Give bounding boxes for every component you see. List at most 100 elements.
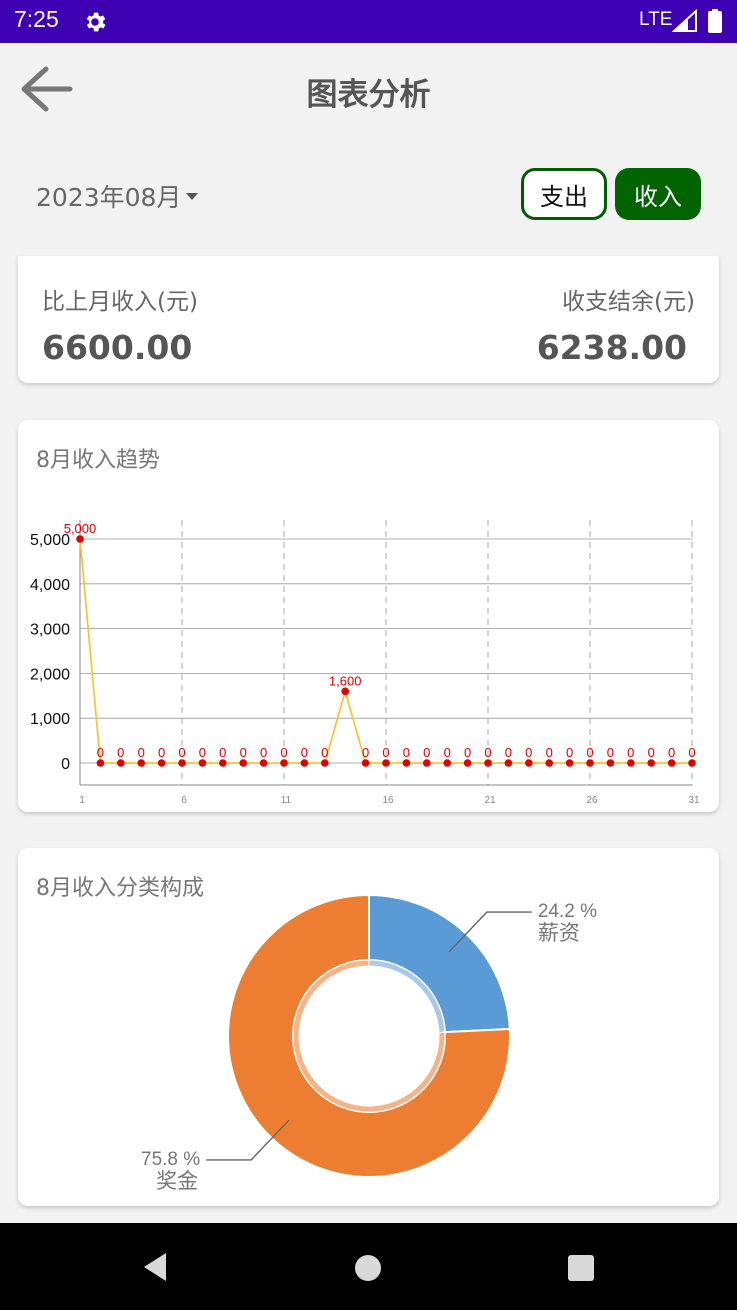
- data-label: 0: [178, 745, 185, 760]
- data-point: [484, 759, 492, 767]
- data-label: 0: [382, 745, 389, 760]
- x-tick-label: 16: [382, 795, 394, 806]
- navigation-bar: [0, 1223, 737, 1310]
- data-point: [382, 759, 390, 767]
- x-tick-label: 11: [281, 795, 292, 806]
- x-tick-label: 6: [181, 795, 187, 806]
- data-label: 0: [586, 745, 593, 760]
- data-point: [96, 759, 105, 767]
- data-point: [198, 759, 207, 767]
- y-tick-label: 2,000: [30, 666, 70, 683]
- composition-card: 8月收入分类构成 24.2 % 薪资 75.8 % 奖金: [18, 848, 719, 1206]
- status-time: 7:25: [14, 6, 59, 32]
- data-label: 0: [321, 745, 328, 760]
- data-point: [361, 759, 370, 767]
- income-toggle-button[interactable]: 收入: [615, 168, 701, 220]
- data-point: [688, 759, 696, 767]
- data-label: 0: [648, 745, 655, 760]
- data-point: [402, 759, 411, 767]
- data-point: [178, 759, 186, 767]
- data-point: [504, 759, 513, 767]
- data-point: [300, 759, 309, 767]
- battery-icon: [708, 9, 722, 33]
- data-label: 0: [668, 745, 675, 760]
- data-point: [239, 759, 247, 767]
- data-label: 0: [301, 745, 308, 760]
- slice-category-label: 奖金: [156, 1169, 198, 1193]
- data-label: 0: [158, 745, 165, 760]
- nav-recent-icon[interactable]: [567, 1254, 595, 1282]
- data-label: 0: [607, 745, 614, 760]
- donut-chart: 24.2 %薪资 75.8 %奖金: [141, 893, 597, 1193]
- y-tick-label: 0: [61, 756, 70, 773]
- x-tick-label: 21: [484, 795, 496, 806]
- y-tick-label: 4,000: [30, 577, 70, 594]
- data-label: 0: [505, 745, 512, 760]
- data-label: 0: [219, 745, 226, 760]
- x-tick-label: 26: [586, 795, 598, 806]
- data-label: 0: [280, 745, 287, 760]
- data-label: 0: [464, 745, 471, 760]
- data-label: 0: [444, 745, 451, 760]
- data-point: [280, 759, 288, 767]
- data-label: 0: [260, 745, 267, 760]
- data-label: 0: [546, 745, 553, 760]
- balance-label: 收支结余(元): [562, 289, 695, 315]
- data-point: [117, 759, 125, 767]
- slice-percent-label: 75.8 %: [141, 1149, 200, 1170]
- data-label: 0: [199, 745, 206, 760]
- data-point: [667, 759, 676, 767]
- data-label: 0: [117, 745, 124, 760]
- data-point: [259, 759, 268, 767]
- summary-card: 比上月收入(元) 6600.00 收支结余(元) 6238.00: [18, 256, 719, 383]
- balance-value: 6238.00: [536, 328, 687, 367]
- slice-category-label: 薪资: [538, 921, 580, 945]
- network-type: LTE: [639, 9, 673, 30]
- data-label: 0: [688, 745, 695, 760]
- data-point: [76, 535, 84, 543]
- data-point: [545, 759, 553, 767]
- data-point: [443, 759, 452, 767]
- caret-down-icon: [186, 192, 199, 200]
- data-point: [565, 759, 574, 767]
- data-point: [321, 759, 329, 767]
- data-label: 0: [362, 745, 369, 760]
- month-label: 2023年08月: [36, 183, 182, 212]
- data-point: [525, 759, 533, 767]
- expense-toggle-button[interactable]: 支出: [521, 168, 607, 220]
- data-label: 1,600: [329, 673, 362, 688]
- month-picker[interactable]: 2023年08月: [36, 178, 199, 214]
- data-point: [341, 687, 350, 696]
- y-tick-label: 3,000: [30, 622, 70, 639]
- data-point: [137, 759, 145, 767]
- data-label: 0: [423, 745, 430, 760]
- slice-percent-label: 24.2 %: [538, 901, 597, 922]
- data-point: [606, 759, 615, 767]
- status-bar: 7:25 LTE: [0, 0, 737, 43]
- x-tick-label: 31: [688, 795, 700, 806]
- data-point: [219, 759, 227, 767]
- data-label: 0: [403, 745, 410, 760]
- data-point: [627, 759, 635, 767]
- data-label: 0: [138, 745, 145, 760]
- data-label: 0: [566, 745, 573, 760]
- nav-home-icon[interactable]: [354, 1254, 382, 1282]
- data-point: [423, 759, 431, 767]
- previous-month-income-value: 6600.00: [42, 328, 193, 367]
- data-label: 0: [97, 745, 104, 760]
- y-tick-label: 1,000: [30, 711, 70, 728]
- x-tick-label: 1: [79, 795, 85, 806]
- data-label: 0: [240, 745, 247, 760]
- data-label: 5,000: [64, 521, 97, 536]
- data-label: 0: [525, 745, 532, 760]
- top-bar: 图表分析: [0, 43, 737, 138]
- trend-card: 8月收入趋势 0 1,000 2,000 3,000 4,000 5,000 1 6 11 16 2…: [18, 420, 719, 812]
- page-title: 图表分析: [306, 77, 431, 113]
- signal-icon: [672, 9, 697, 32]
- gear-icon: [86, 12, 106, 32]
- nav-back-icon[interactable]: [140, 1251, 170, 1283]
- previous-month-income-label: 比上月收入(元): [42, 289, 198, 315]
- data-point: [586, 759, 594, 767]
- data-label: 0: [627, 745, 634, 760]
- data-label: 0: [484, 745, 491, 760]
